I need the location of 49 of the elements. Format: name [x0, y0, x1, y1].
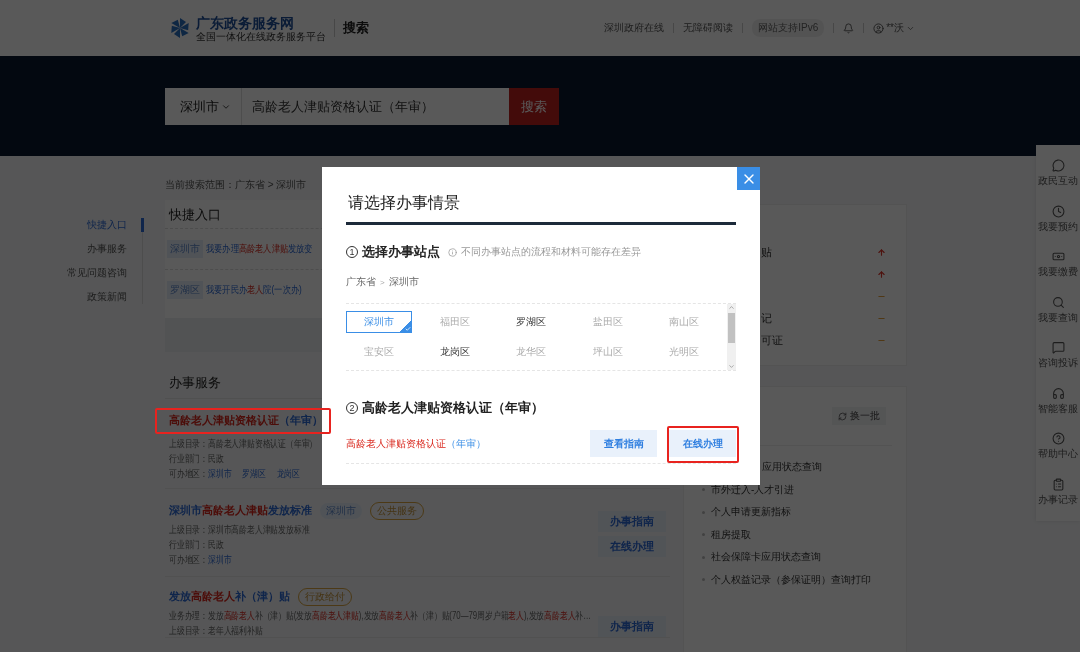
step-title: 选择办事站点	[362, 243, 440, 261]
recommend-link[interactable]: 市外迁入-人才引进	[702, 478, 892, 501]
breadcrumb-separator: >	[380, 277, 385, 287]
service-name: 高龄老人津贴资格认证（年审）	[346, 436, 487, 451]
logo-icon	[168, 16, 192, 40]
district-option[interactable]: 深圳市	[346, 311, 412, 333]
dialog-button[interactable]: 查看指南	[590, 430, 657, 457]
service-button[interactable]: 办事指南	[598, 616, 666, 637]
info-icon	[448, 247, 457, 257]
scroll-up-icon[interactable]	[728, 304, 735, 311]
search-icon[interactable]	[1051, 295, 1065, 309]
recommend-link[interactable]: 租房提取	[702, 523, 892, 546]
service-title[interactable]: 深圳市高龄老人津贴发放标准	[169, 504, 312, 518]
chat-icon[interactable]	[1051, 159, 1065, 173]
breadcrumb-item[interactable]: 广东省	[346, 275, 376, 289]
search-field[interactable]: 高龄老人津贴资格认证（年审）	[242, 88, 509, 125]
side-nav-item[interactable]: 快捷入口	[87, 218, 144, 232]
card-title: 快捷入口	[168, 206, 222, 224]
hot-item[interactable]: 贴	[761, 244, 772, 260]
headset-icon[interactable]	[1051, 386, 1065, 400]
service-button[interactable]: 办事指南	[598, 510, 666, 532]
section-title: 搜索	[334, 19, 369, 37]
hot-item[interactable]: 记	[761, 310, 772, 326]
refresh-icon	[838, 411, 847, 421]
clipboard-icon[interactable]	[1051, 477, 1065, 491]
dialog-button[interactable]: 在线办理	[669, 430, 736, 457]
clock-icon[interactable]	[1051, 204, 1065, 218]
message-icon[interactable]	[1051, 341, 1065, 355]
scrollbar[interactable]	[727, 304, 736, 370]
bell-icon[interactable]	[843, 22, 855, 34]
service-title[interactable]: 发放高龄老人补（津）贴	[169, 590, 290, 604]
hint-text: 不同办事站点的流程和材料可能存在差异	[461, 245, 641, 259]
recommend-link[interactable]: 社会保障卡应用状态查询	[702, 546, 892, 569]
dialog-title: 请选择办事情景	[346, 193, 736, 225]
service-button[interactable]: 在线办理	[598, 535, 666, 557]
hot-item[interactable]: 可证	[761, 332, 783, 348]
search-button[interactable]: 搜索	[509, 88, 559, 125]
service-title[interactable]: 高龄老人津贴资格认证（年审）	[169, 414, 323, 428]
close-button[interactable]	[737, 167, 760, 190]
help-icon[interactable]	[1051, 432, 1065, 446]
region-select[interactable]: 深圳市	[165, 88, 242, 125]
site-title: 广东政务服务网	[196, 14, 295, 31]
user-icon	[873, 22, 885, 34]
step-title: 高龄老人津贴资格认证（年审）	[362, 399, 544, 417]
quick-link[interactable]: 我要办理高龄老人津贴发放变	[206, 242, 313, 256]
scroll-down-icon[interactable]	[728, 363, 735, 370]
breadcrumb-item[interactable]: 深圳市	[388, 275, 419, 289]
district-option[interactable]: 龙岗区	[422, 341, 489, 363]
district-option[interactable]: 罗湖区	[498, 311, 565, 333]
